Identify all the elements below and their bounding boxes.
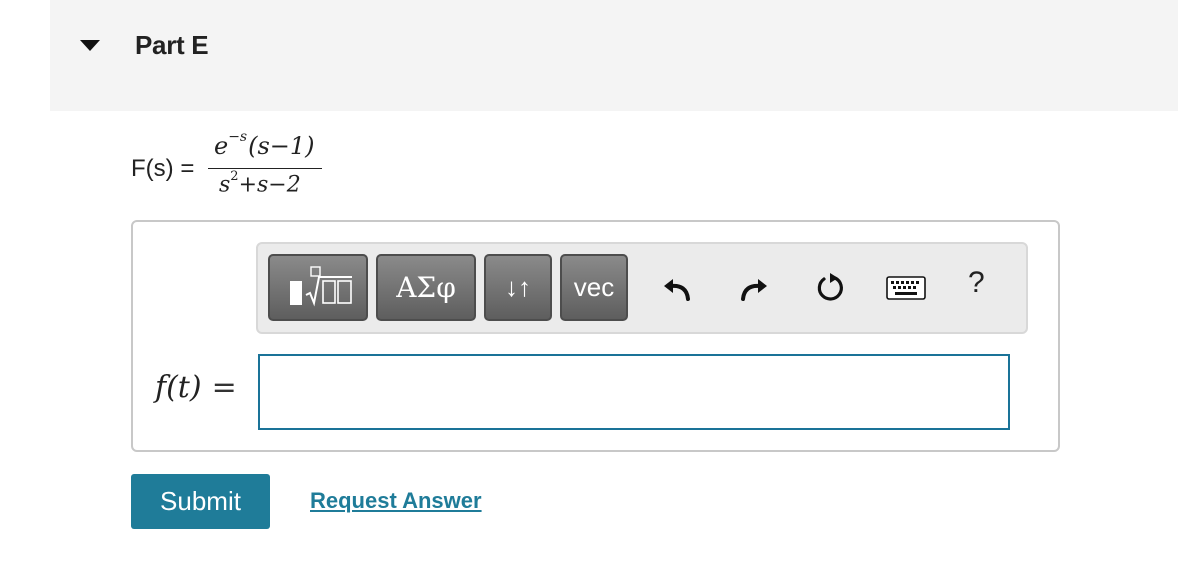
request-answer-link[interactable]: Request Answer xyxy=(310,488,482,514)
answer-input[interactable] xyxy=(258,354,1010,430)
undo-icon xyxy=(664,279,690,301)
part-title: Part E xyxy=(135,30,209,60)
numerator: e−s(s−1) xyxy=(214,129,315,160)
help-button[interactable]: ? xyxy=(968,266,985,300)
undo-button[interactable] xyxy=(655,264,699,312)
keyboard-button[interactable] xyxy=(884,264,928,312)
reset-icon xyxy=(817,273,843,301)
vector-button[interactable]: vec xyxy=(560,254,628,321)
templates-button[interactable] xyxy=(268,254,368,321)
redo-button[interactable] xyxy=(732,264,776,312)
reset-button[interactable] xyxy=(808,264,852,312)
greek-letters-button[interactable]: ΑΣφ xyxy=(376,254,476,321)
part-header[interactable] xyxy=(50,0,1178,111)
keyboard-icon xyxy=(886,276,926,300)
denominator: s2+s−2 xyxy=(219,169,301,198)
redo-icon xyxy=(741,279,767,301)
answer-label: f(t) = xyxy=(155,370,237,405)
submit-button[interactable]: Submit xyxy=(131,474,270,529)
templates-icon xyxy=(290,265,352,307)
collapse-caret-icon[interactable] xyxy=(80,40,100,51)
fraction-bar xyxy=(208,168,322,169)
arrows-button[interactable]: ↓↑ xyxy=(484,254,552,321)
function-label: F(s) = xyxy=(131,155,195,182)
